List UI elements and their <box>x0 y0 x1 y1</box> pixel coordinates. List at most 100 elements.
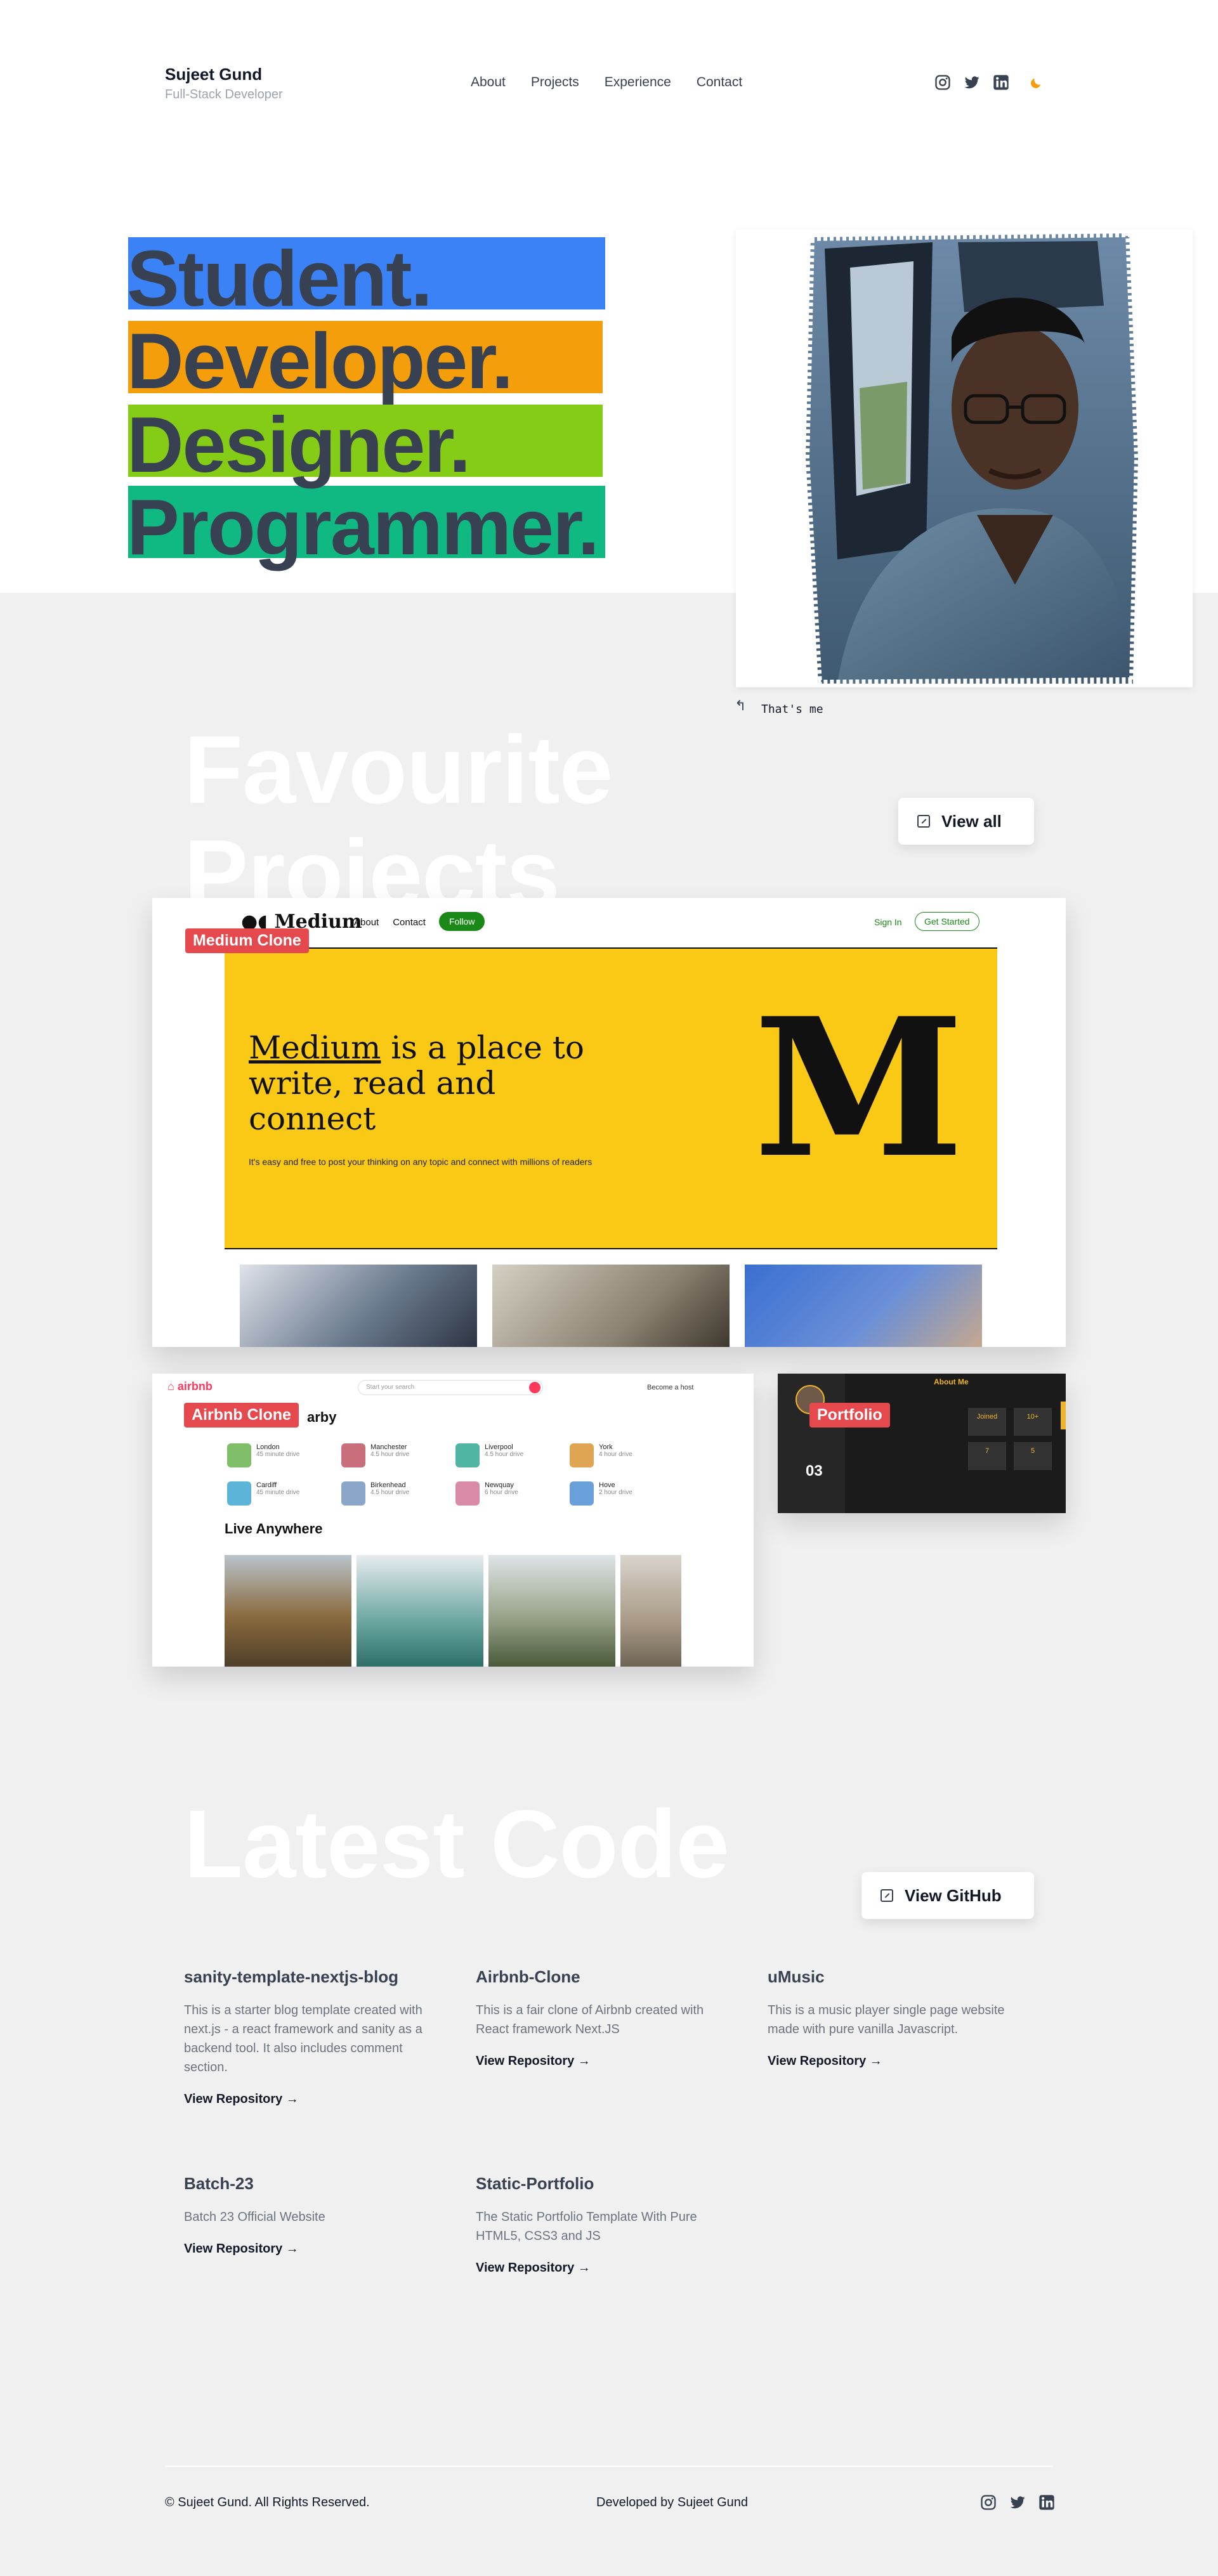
view-repository-link[interactable]: View Repository → <box>184 2092 438 2107</box>
view-github-button[interactable]: View GitHub <box>861 1872 1034 1919</box>
airbnb-live-photo-4 <box>620 1555 681 1667</box>
medium-subtitle: It's easy and free to post your thinking… <box>249 1157 593 1167</box>
repo-card: uMusic This is a music player single pag… <box>768 1967 1021 2069</box>
linkedin-icon[interactable] <box>992 74 1010 91</box>
instagram-icon[interactable] <box>979 2494 997 2511</box>
repo-card: Airbnb-Clone This is a fair clone of Air… <box>476 1967 730 2069</box>
view-all-label: View all <box>941 811 1002 831</box>
medium-get-started[interactable]: Get Started <box>915 912 979 931</box>
place-time: 45 minute drive <box>256 1489 300 1496</box>
medium-headline: Medium is a place to write, read and con… <box>249 1030 604 1136</box>
place-time: 6 hour drive <box>485 1489 518 1496</box>
portfolio-stat: 5 <box>1014 1442 1052 1470</box>
profile-photo <box>799 230 1142 687</box>
nav-experience[interactable]: Experience <box>605 75 671 90</box>
airbnb-clone-badge: Airbnb Clone <box>184 1403 299 1428</box>
medium-nav-about[interactable]: About <box>354 917 379 928</box>
repo-description: Batch 23 Official Website <box>184 2210 325 2224</box>
place-item[interactable]: Newquay 6 hour drive <box>455 1481 570 1506</box>
hero-line-programmer: Programmer. <box>127 484 599 571</box>
header-social-links <box>934 74 1010 91</box>
airbnb-logo: ⌂ airbnb <box>167 1380 213 1393</box>
place-thumb <box>227 1481 251 1506</box>
place-thumb <box>455 1443 480 1467</box>
place-city: York <box>599 1443 613 1451</box>
place-thumb <box>455 1481 480 1506</box>
hero-line-developer: Developer. <box>127 318 513 405</box>
repo-title: Batch-23 <box>184 2174 254 2193</box>
portfolio-stat: 10+ <box>1014 1408 1052 1436</box>
repo-title: Static-Portfolio <box>476 2174 594 2193</box>
repo-description: The Static Portfolio Template With Pure … <box>476 2210 697 2243</box>
place-time: 4.5 hour drive <box>370 1451 410 1458</box>
airbnb-host-link[interactable]: Become a host <box>647 1384 693 1391</box>
place-thumb <box>227 1443 251 1467</box>
medium-nav-contact[interactable]: Contact <box>393 917 426 928</box>
repo-title: uMusic <box>768 1967 825 1986</box>
medium-thumb-actor <box>745 1265 982 1347</box>
linkedin-icon[interactable] <box>1038 2494 1056 2511</box>
profile-photo-frame <box>736 230 1193 687</box>
place-city: Birkenhead <box>370 1481 406 1489</box>
arrow-up-icon: ↰ <box>735 698 747 713</box>
photo-caption: That's me <box>761 703 823 716</box>
place-item[interactable]: Cardiff 45 minute drive <box>227 1481 341 1506</box>
external-link-icon <box>917 815 930 828</box>
nav-projects[interactable]: Projects <box>531 75 579 90</box>
moon-icon[interactable] <box>1029 76 1043 90</box>
medium-nav: About Contact <box>354 917 426 928</box>
repo-title: sanity-template-nextjs-blog <box>184 1967 399 1986</box>
hero-line-student: Student. <box>127 235 433 323</box>
site-name[interactable]: Sujeet Gund <box>165 65 262 84</box>
place-item[interactable]: Manchester 4.5 hour drive <box>341 1443 455 1467</box>
place-thumb <box>341 1481 365 1506</box>
airbnb-live-photo-1 <box>225 1555 351 1667</box>
airbnb-places-grid: London 45 minute drive Manchester 4.5 hour… <box>227 1443 684 1506</box>
view-all-button[interactable]: View all <box>898 798 1034 845</box>
place-item[interactable]: Birkenhead 4.5 hour drive <box>341 1481 455 1506</box>
airbnb-search-input[interactable]: Start your search <box>358 1380 543 1395</box>
place-city: Hove <box>599 1481 615 1489</box>
footer-social-links <box>979 2494 1056 2511</box>
place-item[interactable]: York 4 hour drive <box>570 1443 684 1467</box>
footer-divider <box>165 2466 1053 2467</box>
medium-sign-in[interactable]: Sign In <box>874 917 902 927</box>
portfolio-accent <box>1061 1402 1066 1429</box>
latest-code-heading: Latest Code <box>184 1792 730 1898</box>
place-item[interactable]: Liverpool 4.5 hour drive <box>455 1443 570 1467</box>
repo-card: sanity-template-nextjs-blog This is a st… <box>184 1967 438 2107</box>
airbnb-live-photo-2 <box>357 1555 483 1667</box>
view-repository-link[interactable]: View Repository → <box>476 2261 730 2275</box>
medium-thumb-pirate <box>492 1265 730 1347</box>
repo-description: This is a fair clone of Airbnb created w… <box>476 2003 704 2036</box>
airbnb-search-icon[interactable] <box>529 1382 540 1393</box>
view-repository-link[interactable]: View Repository → <box>476 2054 730 2069</box>
place-thumb <box>570 1443 594 1467</box>
nav-about[interactable]: About <box>471 75 506 90</box>
nav-contact[interactable]: Contact <box>697 75 742 90</box>
portfolio-number: 03 <box>806 1462 823 1480</box>
place-item[interactable]: Hove 2 hour drive <box>570 1481 684 1506</box>
view-github-label: View GitHub <box>905 1885 1002 1905</box>
portfolio-about-title: About Me <box>934 1377 969 1386</box>
instagram-icon[interactable] <box>934 74 952 91</box>
airbnb-section-title: arby <box>307 1409 337 1425</box>
medium-follow-button[interactable]: Follow <box>439 912 485 931</box>
airbnb-live-photo-3 <box>488 1555 615 1667</box>
view-repository-link[interactable]: View Repository → <box>184 2242 438 2256</box>
project-card-medium[interactable]: ●◖ Medium About Contact Follow Sign In G… <box>152 898 1066 1347</box>
footer-developed-by[interactable]: Developed by Sujeet Gund <box>596 2495 748 2510</box>
twitter-icon[interactable] <box>963 74 981 91</box>
medium-big-m: M <box>754 976 965 1200</box>
repo-description: This is a music player single page websi… <box>768 2003 1005 2036</box>
portfolio-stat: Joined <box>968 1408 1006 1436</box>
place-item[interactable]: London 45 minute drive <box>227 1443 341 1467</box>
portfolio-badge: Portfolio <box>809 1403 890 1428</box>
place-city: Liverpool <box>485 1443 513 1451</box>
project-card-portfolio[interactable]: About Me 03 Joined 10+ 7 5 <box>778 1374 1066 1513</box>
view-repository-link[interactable]: View Repository → <box>768 2054 1021 2069</box>
place-time: 4.5 hour drive <box>485 1451 524 1458</box>
place-city: Manchester <box>370 1443 407 1451</box>
repo-card: Static-Portfolio The Static Portfolio Te… <box>476 2174 730 2275</box>
twitter-icon[interactable] <box>1009 2494 1026 2511</box>
